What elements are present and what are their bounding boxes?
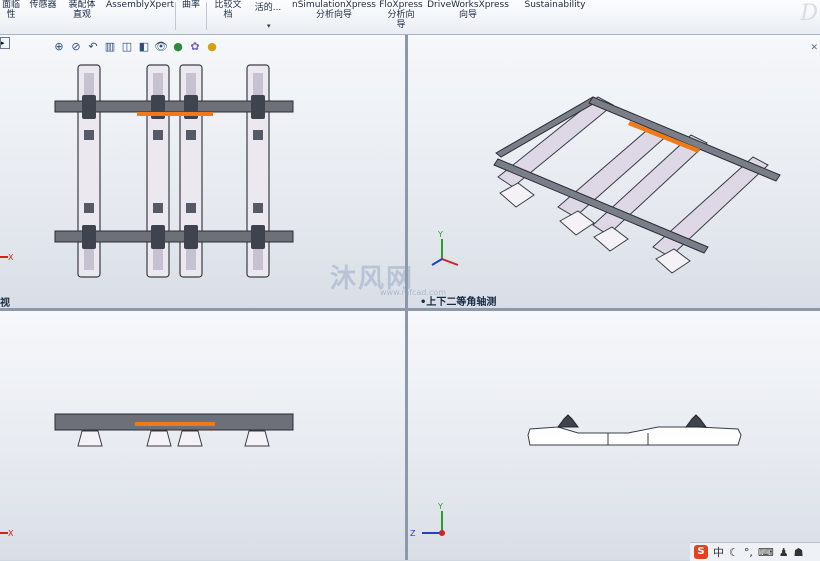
- viewport-splitter-horizontal[interactable]: [0, 308, 820, 311]
- axis-triad-icon: X: [0, 253, 14, 262]
- axis-x-label: X: [8, 253, 14, 262]
- ime-tray: S 中 ☾ °, ⌨ ♟ ☗: [690, 542, 820, 561]
- view-label-top: 视: [0, 298, 10, 308]
- joint-bar-highlight: [135, 422, 215, 426]
- axis-y-label: Y: [437, 230, 443, 239]
- solidworks-logo-icon: D: [800, 1, 818, 26]
- ime-language[interactable]: 中: [713, 544, 724, 560]
- ribbon-item-driveworksxpress[interactable]: DriveWorksXpress 向导: [426, 0, 510, 20]
- side-view-drawing: Y Z: [410, 414, 742, 538]
- ribbon-item-curvature[interactable]: 曲率: [178, 0, 204, 10]
- axis-x-label: X: [8, 529, 14, 538]
- ribbon-item-compare-documents[interactable]: 比较文档: [210, 0, 246, 20]
- sleeper: [77, 430, 103, 447]
- watermark-url: www.mfcad.com: [380, 288, 447, 297]
- viewport-right[interactable]: Y Z: [408, 311, 820, 560]
- rail-fastener: [557, 414, 579, 428]
- viewport-front[interactable]: X: [0, 311, 405, 560]
- ribbon-item-activate[interactable]: 活的...: [250, 3, 286, 13]
- moon-icon[interactable]: ☾: [729, 546, 739, 559]
- ribbon-item-simulationxpress[interactable]: nSimulationXpress 分析向导: [292, 0, 376, 20]
- axis-z-label: Z: [410, 529, 416, 538]
- user-icon[interactable]: ♟: [779, 546, 789, 559]
- axis-y-label: Y: [437, 502, 443, 511]
- joint-bar-highlight: [137, 112, 213, 116]
- axis-triad-icon: Y Z: [410, 502, 445, 538]
- axis-triad-icon: X: [0, 529, 14, 538]
- ribbon-separator: [206, 2, 207, 30]
- keyboard-icon[interactable]: ⌨: [758, 546, 774, 559]
- ribbon-item-sensor[interactable]: 传感器: [26, 0, 60, 10]
- dropdown-arrow-icon[interactable]: ▾: [267, 22, 271, 30]
- front-view-drawing: X: [0, 413, 294, 538]
- axis-triad-icon: Y: [431, 230, 459, 266]
- sleeper: [146, 430, 172, 447]
- rail-fastener: [685, 414, 707, 428]
- ribbon-item-floxpress[interactable]: FloXpress 分析向导: [378, 0, 424, 30]
- viewport-splitter-vertical[interactable]: [405, 35, 408, 560]
- shirt-icon[interactable]: ☗: [794, 546, 804, 559]
- sogou-icon[interactable]: S: [694, 545, 708, 559]
- ribbon-item-interference[interactable]: 面临性: [0, 0, 22, 20]
- ribbon-separator: [175, 2, 176, 30]
- punctuation-icon[interactable]: °,: [744, 546, 753, 559]
- sleeper: [177, 430, 203, 447]
- command-ribbon: 面临性 传感器 装配体 直观 AssemblyXpert 曲率 比较文档 活的..…: [0, 0, 820, 35]
- sleeper-profile: [527, 426, 742, 446]
- viewport-isometric[interactable]: ✕ Y •上下二等角轴测: [408, 35, 820, 308]
- ribbon-item-assemblyxpert[interactable]: AssemblyXpert: [106, 0, 174, 10]
- ribbon-item-assembly-visual[interactable]: 装配体 直观: [64, 0, 100, 20]
- isometric-view-drawing: Y: [431, 96, 781, 274]
- sleeper: [244, 430, 270, 447]
- ribbon-item-sustainability[interactable]: Sustainability: [524, 0, 586, 10]
